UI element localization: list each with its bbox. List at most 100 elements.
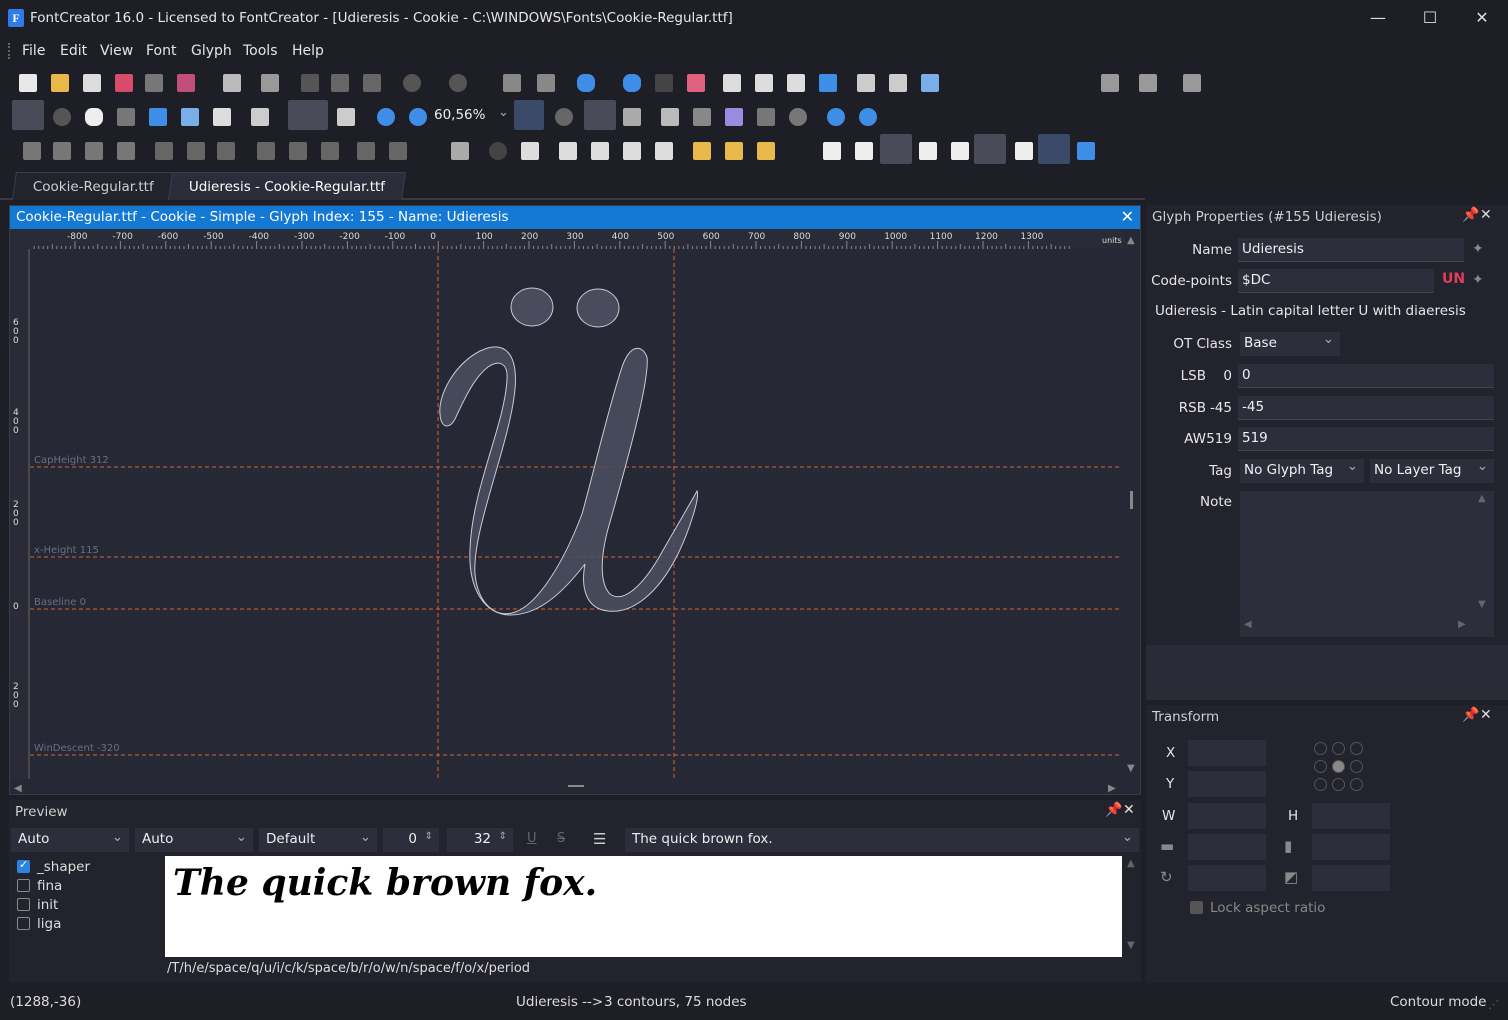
tab-udieresis[interactable]: Udieresis - Cookie-Regular.ttf xyxy=(168,172,407,200)
hand-icon[interactable] xyxy=(82,105,106,129)
guideline-lock-icon[interactable] xyxy=(948,139,972,163)
origin-top-right[interactable] xyxy=(1350,742,1363,755)
vertical-scroll-thumb[interactable] xyxy=(1130,491,1133,509)
origin-middle-right[interactable] xyxy=(1350,760,1363,773)
codepoints-field[interactable]: $DC xyxy=(1238,269,1434,293)
next-glyph-icon[interactable] xyxy=(856,105,880,129)
brush-icon[interactable] xyxy=(690,105,714,129)
undo-icon[interactable] xyxy=(400,71,424,95)
menu-file[interactable]: File xyxy=(22,43,45,59)
origin-middle-left[interactable] xyxy=(1314,760,1327,773)
previous-glyph-icon[interactable] xyxy=(824,105,848,129)
open-installed-font-button[interactable] xyxy=(80,71,104,95)
preview-pin-icon[interactable]: 📌 xyxy=(1105,802,1122,818)
feature-shaper[interactable]: _shaper xyxy=(17,858,90,875)
print-icon[interactable] xyxy=(220,71,244,95)
ungroup-icon[interactable] xyxy=(50,139,74,163)
glyph-name-field[interactable]: Udieresis xyxy=(1238,238,1464,262)
union-icon[interactable] xyxy=(690,139,714,163)
menu-glyph[interactable]: Glyph xyxy=(191,43,232,59)
scale-field[interactable] xyxy=(1312,865,1390,891)
new-font-button[interactable] xyxy=(16,71,40,95)
feature-init-checkbox[interactable] xyxy=(17,898,30,911)
ellipse-icon[interactable] xyxy=(786,105,810,129)
flip-horizontal-icon[interactable] xyxy=(620,139,644,163)
grid-snap-icon[interactable] xyxy=(852,139,876,163)
ruler-icon[interactable] xyxy=(146,105,170,129)
pin-icon[interactable]: 📌 xyxy=(1462,207,1479,223)
note-scroll-right-icon[interactable]: ▶ xyxy=(1458,619,1466,630)
align-right-icon[interactable] xyxy=(214,139,238,163)
grid-icon[interactable] xyxy=(820,139,844,163)
auto-name-wand-icon[interactable]: ✦ xyxy=(1472,241,1484,257)
horizontal-scrollbar[interactable] xyxy=(10,779,1125,794)
strikethrough-icon[interactable]: S xyxy=(557,831,565,846)
preview-scroll-down-icon[interactable]: ▼ xyxy=(1127,940,1135,951)
insert-glyph-icon[interactable] xyxy=(500,71,524,95)
fontcreator-app-icon[interactable]: F xyxy=(8,9,24,27)
menu-view[interactable]: View xyxy=(100,43,133,59)
background-image-icon[interactable] xyxy=(658,105,682,129)
maximize-button[interactable]: ☐ xyxy=(1404,0,1456,36)
feature-liga[interactable]: liga xyxy=(17,916,61,932)
zoom-fit-button[interactable] xyxy=(514,100,544,130)
sample-text-combo[interactable]: The quick brown fox. ⌄ xyxy=(625,828,1139,852)
preview-scroll-up-icon[interactable]: ▲ xyxy=(1127,858,1135,869)
preview-close-button[interactable]: ✕ xyxy=(1123,802,1135,818)
feature-shaper-checkbox[interactable] xyxy=(17,858,30,873)
layout-dropdown-icon[interactable] xyxy=(1136,71,1160,95)
preview-render-area[interactable]: The quick brown fox. xyxy=(165,856,1122,957)
skew-x-field[interactable] xyxy=(1188,834,1266,860)
save-all-button[interactable] xyxy=(142,71,166,95)
layer-tag-select[interactable]: No Layer Tag xyxy=(1370,458,1494,483)
zoom-window-icon[interactable] xyxy=(552,105,576,129)
marker-icon[interactable] xyxy=(722,105,746,129)
font-info-icon[interactable] xyxy=(784,71,808,95)
glyph-string[interactable]: /T/h/e/space/q/u/i/c/k/space/b/r/o/w/n/s… xyxy=(167,961,530,976)
spelling-icon[interactable] xyxy=(854,71,878,95)
x-field[interactable] xyxy=(1188,740,1266,766)
script-combo[interactable]: Auto ⌄ xyxy=(11,828,129,852)
transform-close-button[interactable]: ✕ xyxy=(1480,707,1492,723)
align-top-icon[interactable] xyxy=(254,139,278,163)
w-field[interactable] xyxy=(1188,803,1266,829)
origin-top-center[interactable] xyxy=(1332,742,1345,755)
language-combo[interactable]: Auto ⌄ xyxy=(135,828,253,852)
note-scroll-left-icon[interactable]: ◀ xyxy=(1244,619,1252,630)
lock-aspect-checkbox[interactable] xyxy=(1190,901,1203,914)
h-field[interactable] xyxy=(1312,803,1390,829)
y-field[interactable] xyxy=(1188,771,1266,797)
feature-fina[interactable]: fina xyxy=(17,878,62,894)
anchor-lock-icon[interactable] xyxy=(1074,139,1098,163)
origin-center[interactable] xyxy=(1332,760,1345,773)
transform-pin-icon[interactable]: 📌 xyxy=(1462,707,1479,723)
subtract-icon[interactable] xyxy=(754,139,778,163)
feature-liga-checkbox[interactable] xyxy=(17,917,30,930)
web-spelling-icon[interactable] xyxy=(886,71,910,95)
export-icon[interactable] xyxy=(918,71,942,95)
insert-characters-icon[interactable] xyxy=(534,71,558,95)
anchor-button[interactable] xyxy=(1038,134,1070,164)
find-binoculars-icon[interactable] xyxy=(258,71,282,95)
distribute-vertical-icon[interactable] xyxy=(386,139,410,163)
align-center-icon[interactable] xyxy=(184,139,208,163)
validate-icon[interactable] xyxy=(816,71,840,95)
document-dropdown-icon[interactable] xyxy=(1098,71,1122,95)
glyph-canvas[interactable]: -800 -700 -600 -500 -400 -300 -200 -100 0 100 200 3… xyxy=(10,229,1140,794)
otclass-select[interactable]: Base xyxy=(1240,331,1340,356)
skew-y-field[interactable] xyxy=(1312,834,1390,860)
minimize-button[interactable]: — xyxy=(1352,0,1404,36)
rsb-field[interactable]: -45 xyxy=(1238,396,1494,420)
save-as-button[interactable] xyxy=(174,71,198,95)
aw-field[interactable]: 519 xyxy=(1238,427,1494,451)
align-left-icon[interactable] xyxy=(152,139,176,163)
settings-sliders-icon[interactable]: ☰ xyxy=(593,830,606,848)
zoom-in-icon[interactable] xyxy=(374,105,398,129)
show-fill-button[interactable] xyxy=(584,100,616,130)
zoom-level[interactable]: 60,56% xyxy=(434,107,485,123)
underline-icon[interactable]: U xyxy=(527,831,537,846)
origin-bottom-left[interactable] xyxy=(1314,778,1327,791)
menu-tools[interactable]: Tools xyxy=(243,43,278,59)
link-icon[interactable] xyxy=(574,71,598,95)
flip-left-icon[interactable] xyxy=(556,139,580,163)
